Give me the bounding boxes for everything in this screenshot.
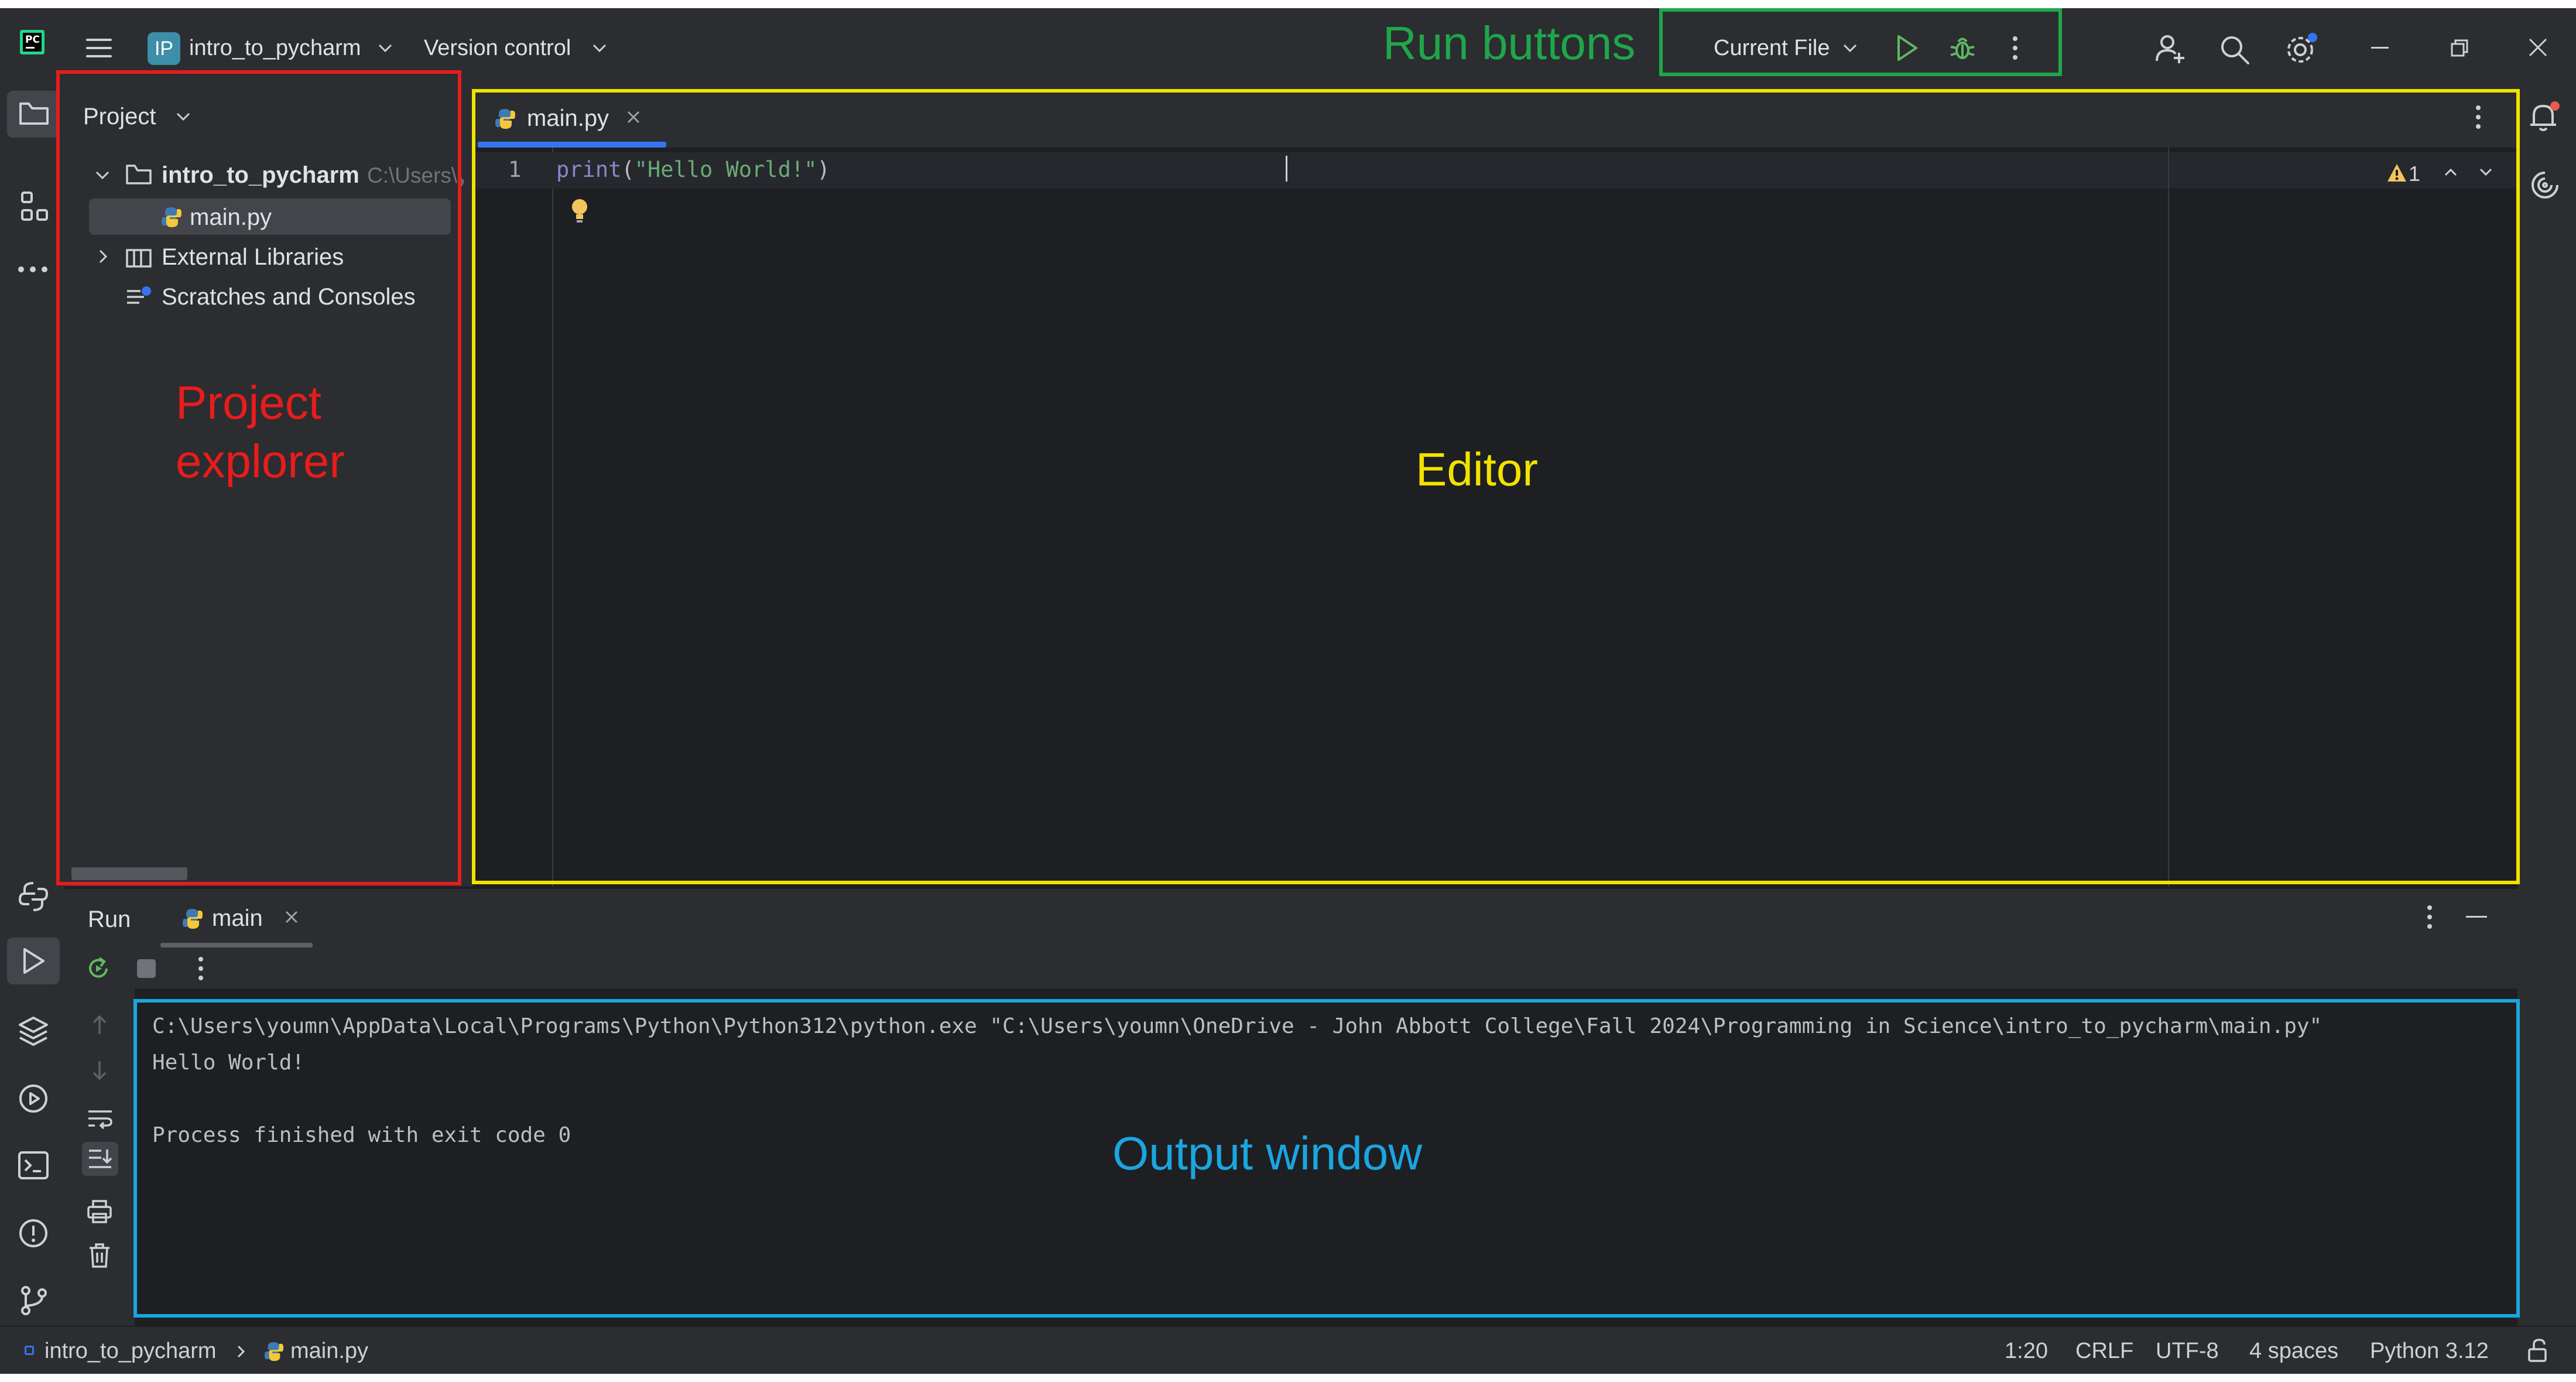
breadcrumb-project[interactable]: intro_to_pycharm [44,1339,217,1364]
chevron-right-icon [237,1345,246,1359]
trash-icon[interactable] [88,1243,111,1268]
right-tool-strip [2517,76,2576,1326]
arrow-down-icon[interactable] [91,1059,108,1082]
run-panel-title: Run [88,906,131,932]
run-tab-label: main [212,905,263,931]
hide-panel-icon[interactable] [2466,916,2487,918]
git-icon[interactable] [18,1285,49,1316]
python-packages-icon[interactable] [18,1015,49,1047]
annotation-label-run-buttons: Run buttons [1383,17,1636,69]
caret-position[interactable]: 1:20 [2005,1339,2048,1364]
breadcrumb: intro_to_pycharm main.py [22,1336,432,1366]
annotation-label-project-explorer-2: explorer [176,435,345,487]
notifications-bell-icon[interactable] [2528,100,2562,134]
project-tool-button[interactable] [7,91,60,138]
annotation-box-run-buttons [1659,8,2062,76]
print-icon[interactable] [87,1199,112,1224]
restore-icon[interactable] [2450,39,2469,57]
run-panel-header: Run main [64,889,2517,947]
run-tool-button[interactable] [7,938,60,984]
soft-wrap-icon[interactable] [87,1107,114,1130]
line-separator[interactable]: CRLF [2075,1339,2133,1364]
close-icon[interactable] [2528,37,2548,57]
run-tab-main[interactable]: main [158,889,322,947]
annotation-label-editor: Editor [1416,443,1538,495]
project-name: intro_to_pycharm [189,36,361,60]
indent-setting[interactable]: 4 spaces [2249,1339,2338,1364]
left-tool-strip [0,76,64,1326]
close-tab-icon[interactable] [285,910,299,924]
search-icon[interactable] [2219,34,2250,66]
problems-icon[interactable] [18,1217,49,1249]
breadcrumb-file[interactable]: main.py [290,1339,368,1364]
file-encoding[interactable]: UTF-8 [2156,1339,2219,1364]
python-interpreter[interactable]: Python 3.12 [2370,1339,2489,1364]
title-bar: PC IP intro_to_pycharm Version control C… [0,8,2576,76]
run-toolbar [64,947,2517,988]
pycharm-window: PC IP intro_to_pycharm Version control C… [0,8,2576,1374]
pycharm-logo-icon[interactable]: PC [20,30,44,54]
annotation-label-output-window: Output window [1112,1127,1423,1179]
module-icon [25,1346,34,1355]
more-tools-icon[interactable] [18,266,48,273]
chevron-down-icon [592,43,607,53]
python-file-icon [263,1341,285,1362]
structure-icon[interactable] [20,190,50,224]
run-panel-options-icon[interactable] [2427,904,2433,930]
terminal-icon[interactable] [18,1151,49,1180]
rerun-icon[interactable] [85,956,111,981]
main-menu-icon[interactable] [85,37,113,59]
project-widget[interactable]: IP intro_to_pycharm [146,30,398,66]
scroll-to-end-icon[interactable] [82,1142,118,1176]
active-tab-underline [160,943,313,947]
python-file-icon [181,908,204,930]
code-with-me-icon[interactable] [2154,33,2186,64]
settings-gear-icon[interactable] [2284,32,2318,66]
status-bar: intro_to_pycharm main.py 1:20 CRLF UTF-8… [0,1327,2576,1374]
services-icon[interactable] [18,1083,49,1114]
version-control-menu[interactable]: Version control [420,30,619,66]
ai-assistant-icon[interactable] [2529,169,2561,201]
run-toolbar-more-icon[interactable] [198,956,204,981]
version-control-label: Version control [424,36,571,60]
arrow-up-icon[interactable] [91,1013,108,1036]
project-badge: IP [148,32,180,65]
stop-icon[interactable] [137,959,156,978]
console-side-toolbar [64,988,135,1326]
chevron-down-icon [378,43,393,53]
annotation-label-project-explorer-1: Project [176,377,321,429]
minimize-icon[interactable] [2371,47,2389,49]
lock-icon[interactable] [2527,1337,2550,1363]
python-console-icon[interactable] [18,881,49,912]
